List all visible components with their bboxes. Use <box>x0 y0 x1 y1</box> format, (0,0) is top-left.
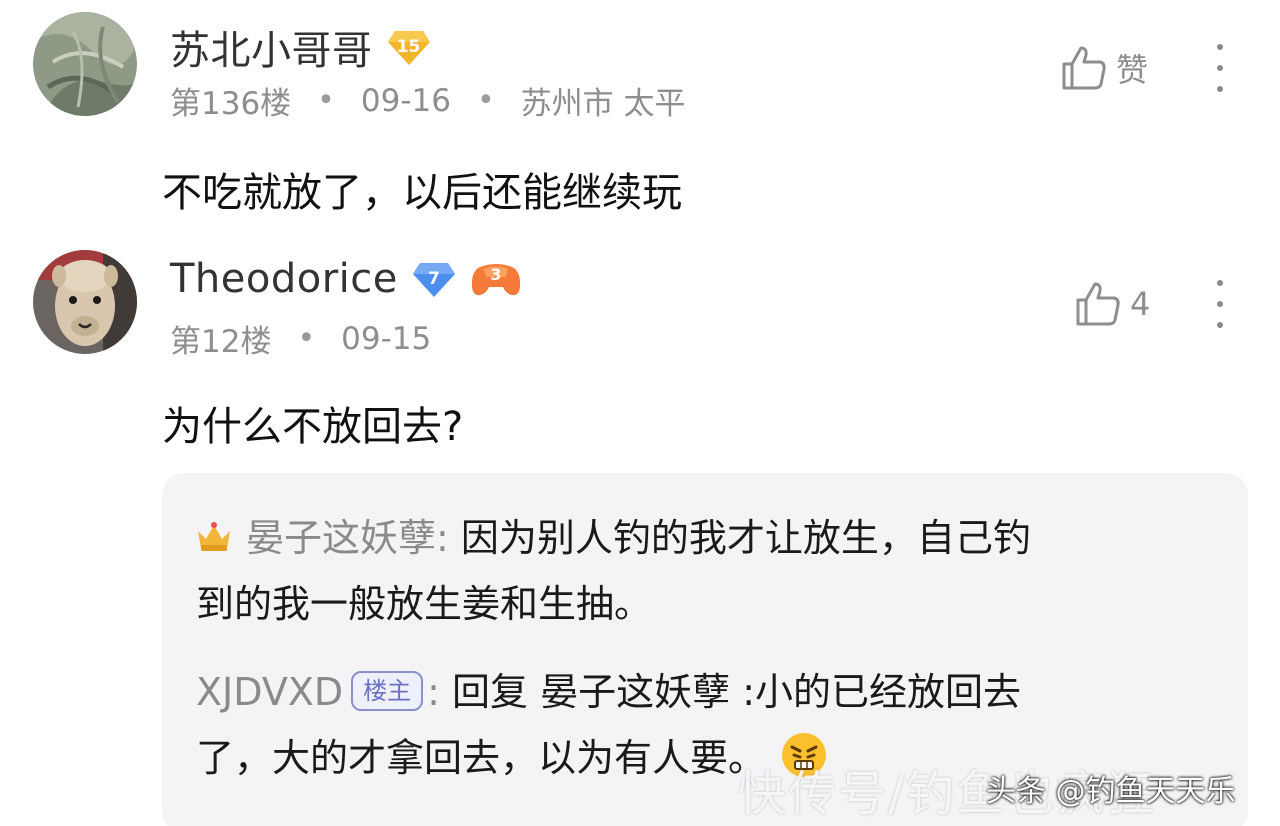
comment-meta: 第136楼 • 09-16 • 苏州市 太平 <box>170 78 686 123</box>
alpaca-avatar-icon <box>33 250 137 354</box>
owner-tag: 楼主 <box>351 671 424 711</box>
reply-separator: : <box>436 516 449 560</box>
thumbs-up-icon <box>1076 282 1120 326</box>
more-options-button[interactable] <box>1210 280 1230 328</box>
reply-author[interactable]: XJDVXD <box>196 670 343 714</box>
like-count: 4 <box>1130 285 1151 323</box>
like-button[interactable]: 4 <box>1074 280 1150 328</box>
reply-author[interactable]: 晏子这妖孽 <box>246 516 436 560</box>
comment-location: 苏州市 太平 <box>520 86 686 122</box>
reply-text-line: 回复 晏子这妖孽 :小的已经放回去 <box>452 670 1021 714</box>
comment-date: 09-16 <box>360 82 451 119</box>
comment-text: 不吃就放了，以后还能继续玩 <box>162 170 682 216</box>
reply-separator: : <box>427 670 440 714</box>
reply-text-line: 到的我一般放生姜和生抽。 <box>196 582 653 626</box>
like-label: 赞 <box>1116 51 1149 89</box>
meta-separator: • <box>317 83 335 118</box>
game-level-badge: 3 <box>470 259 522 299</box>
comment-item: 苏北小哥哥 15 第136楼 • 09-16 • 苏州市 太平 赞 不吃就放了，… <box>0 0 1280 230</box>
thumbs-up-icon <box>1062 46 1106 90</box>
more-options-button[interactable] <box>1210 44 1230 92</box>
meta-separator: • <box>297 321 316 356</box>
reply-item: 晏子这妖孽: 因为别人钓的我才让放生，自己钓 到的我一般放生姜和生抽。 <box>196 505 1226 637</box>
username[interactable]: 苏北小哥哥 <box>170 18 373 76</box>
like-button[interactable]: 赞 <box>1060 44 1148 92</box>
comment-meta: 第12楼 • 09-15 <box>170 316 431 361</box>
username[interactable]: Theodorice <box>170 256 398 302</box>
comment-date: 09-15 <box>341 320 432 357</box>
level-badge: 15 <box>387 27 431 67</box>
user-avatar[interactable] <box>33 250 137 354</box>
platform-watermark: 头条 @钓鱼天天乐 <box>986 774 1236 809</box>
comment-text: 为什么不放回去? <box>162 404 464 450</box>
leaf-avatar-icon <box>33 12 137 116</box>
reply-text-line: 因为别人钓的我才让放生，自己钓 <box>460 516 1031 560</box>
reply-text-line: 了，大的才拿回去，以为有人要。 <box>196 736 767 780</box>
floor-number: 第12楼 <box>170 324 272 360</box>
meta-separator: • <box>476 83 495 118</box>
floor-number: 第136楼 <box>170 86 292 122</box>
crown-icon <box>198 522 230 551</box>
level-badge: 7 <box>412 259 456 299</box>
user-avatar[interactable] <box>33 12 137 116</box>
